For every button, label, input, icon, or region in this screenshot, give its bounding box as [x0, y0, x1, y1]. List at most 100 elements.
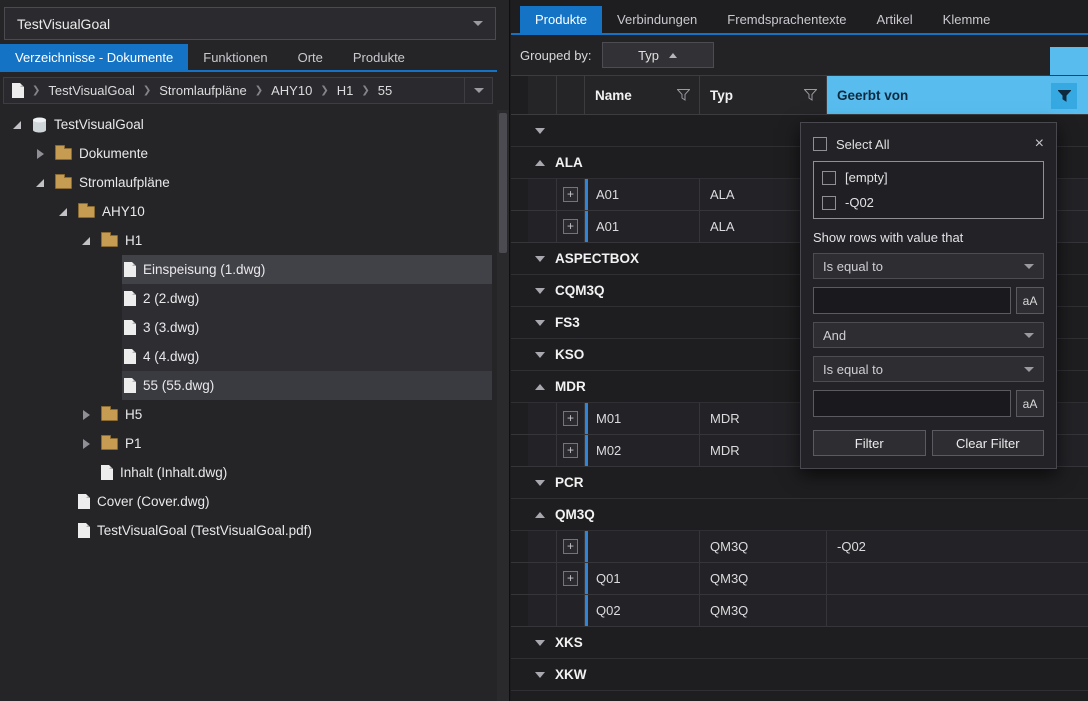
cell-name: A01	[585, 211, 700, 242]
collapse-group-icon[interactable]	[535, 480, 545, 486]
select-all-checkbox[interactable]	[813, 137, 827, 151]
tree-item-einspeisung[interactable]: Einspeisung (1.dwg)	[0, 255, 492, 284]
tab-fremdsprachentexte[interactable]: Fremdsprachentexte	[712, 6, 861, 33]
active-filter-button[interactable]	[1051, 83, 1077, 109]
clear-filter-button[interactable]: Clear Filter	[932, 430, 1045, 456]
group-row-pcr[interactable]: PCR	[511, 467, 1088, 499]
breadcrumb-item[interactable]: Stromlaufpläne	[159, 83, 246, 98]
filter-value-option[interactable]: -Q02	[822, 191, 1035, 215]
expand-row-button[interactable]: +	[563, 539, 578, 554]
project-selector-value: TestVisualGoal	[17, 16, 110, 32]
table-row[interactable]: + QM3Q -Q02	[511, 531, 1088, 563]
filter-button[interactable]: Filter	[813, 430, 926, 456]
tab-produkte-left[interactable]: Produkte	[338, 44, 420, 70]
expand-row-button[interactable]: +	[563, 187, 578, 202]
tree-expander-icon[interactable]	[77, 435, 95, 453]
tree-item-label: Inhalt (Inhalt.dwg)	[120, 465, 227, 480]
filter-value-option[interactable]: [empty]	[822, 166, 1035, 190]
close-icon[interactable]: ×	[1035, 136, 1044, 152]
tree-expander-icon[interactable]	[77, 406, 95, 424]
group-row-xks[interactable]: XKS	[511, 627, 1088, 659]
filter-condition-value: Is equal to	[823, 362, 883, 377]
breadcrumb-item[interactable]: 55	[378, 83, 392, 98]
expand-row-button[interactable]: +	[563, 411, 578, 426]
tree-item-inhalt[interactable]: Inhalt (Inhalt.dwg)	[0, 458, 492, 487]
collapse-group-icon[interactable]	[535, 256, 545, 262]
group-label: XKS	[555, 635, 583, 650]
expand-row-button[interactable]: +	[563, 571, 578, 586]
tab-klemme[interactable]: Klemme	[928, 6, 1006, 33]
expand-row-button[interactable]: +	[563, 443, 578, 458]
tree-item-dokumente[interactable]: Dokumente	[0, 139, 492, 168]
tree-item-ahy10[interactable]: AHY10	[0, 197, 492, 226]
tab-verbindungen[interactable]: Verbindungen	[602, 6, 712, 33]
document-icon	[101, 465, 113, 480]
tab-produkte[interactable]: Produkte	[520, 6, 602, 33]
chevron-down-icon	[1024, 264, 1034, 269]
tree-scrollbar[interactable]	[497, 110, 509, 701]
tree-item-h1[interactable]: H1	[0, 226, 492, 255]
tree-item-cover[interactable]: Cover (Cover.dwg)	[0, 487, 492, 516]
tree-item-h5[interactable]: H5	[0, 400, 492, 429]
tree-item-stromlaufplaene[interactable]: Stromlaufpläne	[0, 168, 492, 197]
collapse-group-icon[interactable]	[535, 352, 545, 358]
folder-icon	[101, 438, 118, 450]
tree-item-testvisualgoal-pdf[interactable]: TestVisualGoal (TestVisualGoal.pdf)	[0, 516, 492, 545]
tree-item-4[interactable]: 4 (4.dwg)	[0, 342, 492, 371]
tree-expander-icon[interactable]	[77, 232, 95, 250]
tab-funktionen[interactable]: Funktionen	[188, 44, 282, 70]
collapse-group-icon[interactable]	[535, 288, 545, 294]
tab-artikel[interactable]: Artikel	[862, 6, 928, 33]
collapse-group-icon[interactable]	[535, 384, 545, 390]
group-row-qm3q[interactable]: QM3Q	[511, 499, 1088, 531]
tree-expander-icon[interactable]	[8, 116, 26, 134]
collapse-group-icon[interactable]	[535, 672, 545, 678]
table-row[interactable]: + Q01 QM3Q	[511, 563, 1088, 595]
filter-operator-select[interactable]: And	[813, 322, 1044, 348]
tree-item-3[interactable]: 3 (3.dwg)	[0, 313, 492, 342]
collapse-group-icon[interactable]	[535, 320, 545, 326]
tree-item-55[interactable]: 55 (55.dwg)	[0, 371, 492, 400]
tree-item-label: TestVisualGoal	[54, 117, 144, 132]
match-case-button[interactable]: aA	[1016, 287, 1044, 314]
tab-orte[interactable]: Orte	[283, 44, 338, 70]
breadcrumb-dropdown-button[interactable]	[464, 78, 484, 103]
filter-value-input-2[interactable]	[813, 390, 1011, 417]
scrollbar-thumb[interactable]	[499, 113, 507, 253]
tree-expander-icon[interactable]	[31, 145, 49, 163]
right-tab-bar: Produkte Verbindungen Fremdsprachentexte…	[511, 6, 1088, 35]
filter-condition-select-2[interactable]: Is equal to	[813, 356, 1044, 382]
group-row-xkw[interactable]: XKW	[511, 659, 1088, 691]
column-header-geerbt-von[interactable]: Geerbt von	[827, 76, 1088, 114]
tree-item-testvisualgoal[interactable]: TestVisualGoal	[0, 110, 492, 139]
column-header-typ[interactable]: Typ	[700, 76, 827, 114]
breadcrumb-item[interactable]: H1	[337, 83, 354, 98]
tree-expander-icon[interactable]	[54, 203, 72, 221]
value-checkbox[interactable]	[822, 171, 836, 185]
value-checkbox[interactable]	[822, 196, 836, 210]
tree-item-2[interactable]: 2 (2.dwg)	[0, 284, 492, 313]
filter-value-label: -Q02	[845, 195, 874, 210]
tab-verzeichnisse-dokumente[interactable]: Verzeichnisse - Dokumente	[0, 44, 188, 70]
group-by-button[interactable]: Typ	[602, 42, 714, 68]
collapse-group-icon[interactable]	[535, 640, 545, 646]
breadcrumb-item[interactable]: AHY10	[271, 83, 312, 98]
tree-item-p1[interactable]: P1	[0, 429, 492, 458]
filter-condition-select-1[interactable]: Is equal to	[813, 253, 1044, 279]
tree-expander-icon[interactable]	[31, 174, 49, 192]
expand-row-button[interactable]: +	[563, 219, 578, 234]
collapse-group-icon[interactable]	[535, 512, 545, 518]
breadcrumb-item[interactable]: TestVisualGoal	[48, 83, 134, 98]
tab-label: Produkte	[353, 50, 405, 65]
grouped-by-label: Grouped by:	[520, 48, 592, 63]
group-label: ALA	[555, 155, 583, 170]
match-case-button[interactable]: aA	[1016, 390, 1044, 417]
project-selector[interactable]: TestVisualGoal	[4, 7, 496, 40]
column-header-name[interactable]: Name	[585, 76, 700, 114]
collapse-group-icon[interactable]	[535, 128, 545, 134]
filter-value-input-1[interactable]	[813, 287, 1011, 314]
filter-icon[interactable]	[677, 89, 690, 101]
table-row[interactable]: Q02 QM3Q	[511, 595, 1088, 627]
collapse-group-icon[interactable]	[535, 160, 545, 166]
filter-icon[interactable]	[804, 89, 817, 101]
